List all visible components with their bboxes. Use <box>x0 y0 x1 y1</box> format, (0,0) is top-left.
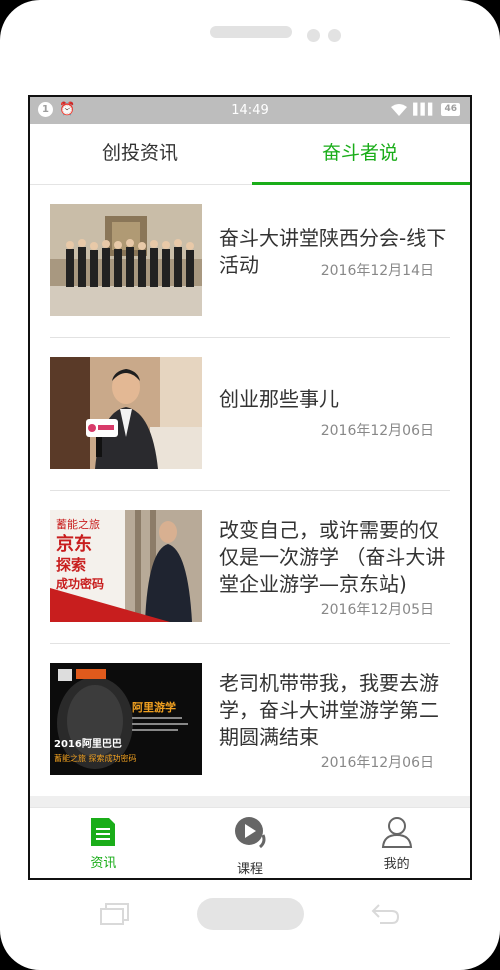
article-date: 2016年12月06日 <box>320 423 434 439</box>
poster-text: 成功密码 <box>56 576 104 591</box>
poster-text: 蓄能之旅 <box>56 517 100 531</box>
poster-text: 2016阿里巴巴 <box>54 738 122 750</box>
article-thumbnail: 阿里游学 2016阿里巴巴 蓄能之旅 探索成功密码 <box>50 663 202 775</box>
home-button[interactable] <box>197 898 304 930</box>
poster-text: 京东 <box>56 533 92 555</box>
article-date: 2016年12月05日 <box>320 602 434 618</box>
article-title: 老司机带带我，我要去游学，奋斗大讲堂游学第二期圆满结束 <box>219 671 439 749</box>
article-thumbnail <box>50 357 202 469</box>
article-title: 改变自己，或许需要的仅仅是一次游学 （奋斗大讲堂企业游学—京东站) <box>219 518 446 596</box>
article-item[interactable]: 创业那些事儿 2016年12月06日 <box>50 338 450 491</box>
phone-frame: 1 ⏰ 14:49 ▌▌▌ 46 创投资讯 奋斗者说 奋斗大讲堂陕西分会-线下活… <box>0 0 500 970</box>
news-icon <box>91 818 116 846</box>
poster-text: 探索 <box>56 556 86 574</box>
nav-course[interactable]: 课程 <box>177 808 324 878</box>
article-date: 2016年12月14日 <box>320 263 434 279</box>
phone-camera <box>328 29 341 42</box>
article-item[interactable]: 蓄能之旅 京东 探索 成功密码 改变自己，或许需要的仅仅是一次游学 （奋斗大讲堂… <box>50 491 450 644</box>
tab-venture-news[interactable]: 创投资讯 <box>30 124 250 184</box>
status-bar: 1 ⏰ 14:49 ▌▌▌ 46 <box>30 97 470 124</box>
poster-text: 阿里游学 <box>132 700 176 714</box>
article-thumbnail: 蓄能之旅 京东 探索 成功密码 <box>50 510 202 622</box>
nav-news[interactable]: 资讯 <box>30 808 177 878</box>
group-photo-image <box>50 204 202 316</box>
signal-icon: ▌▌▌ <box>413 103 436 116</box>
phone-sensor <box>307 29 320 42</box>
phone-speaker <box>210 26 292 38</box>
article-date: 2016年12月06日 <box>320 755 434 771</box>
nav-news-label: 资讯 <box>90 856 117 871</box>
alibaba-poster-image: 阿里游学 2016阿里巴巴 蓄能之旅 探索成功密码 <box>50 663 202 775</box>
bottom-nav: 资讯 课程 我的 <box>30 807 470 878</box>
article-title: 创业那些事儿 <box>219 387 339 411</box>
interview-photo-image <box>50 357 202 469</box>
tab-strivers-say[interactable]: 奋斗者说 <box>250 124 470 185</box>
battery-icon: 46 <box>441 103 460 116</box>
recent-apps-button[interactable] <box>100 903 130 925</box>
wifi-icon <box>391 103 408 116</box>
profile-icon <box>381 817 412 848</box>
article-item[interactable]: 奋斗大讲堂陕西分会-线下活动 2016年12月14日 <box>50 185 450 338</box>
article-thumbnail <box>50 204 202 316</box>
jd-poster-image: 蓄能之旅 京东 探索 成功密码 <box>50 510 202 622</box>
course-play-icon <box>235 817 266 849</box>
nav-profile[interactable]: 我的 <box>323 808 470 878</box>
top-tabs: 创投资讯 奋斗者说 <box>30 124 470 185</box>
nav-profile-label: 我的 <box>383 857 410 872</box>
article-item[interactable]: 阿里游学 2016阿里巴巴 蓄能之旅 探索成功密码 老司机带带我，我要去游学，奋… <box>50 644 450 797</box>
nav-course-label: 课程 <box>237 862 264 877</box>
back-button[interactable] <box>370 903 400 925</box>
poster-text: 蓄能之旅 探索成功密码 <box>54 753 137 763</box>
article-list: 奋斗大讲堂陕西分会-线下活动 2016年12月14日 创业那些事儿 2016年1… <box>50 185 450 797</box>
app-screen: 1 ⏰ 14:49 ▌▌▌ 46 创投资讯 奋斗者说 奋斗大讲堂陕西分会-线下活… <box>28 95 472 880</box>
